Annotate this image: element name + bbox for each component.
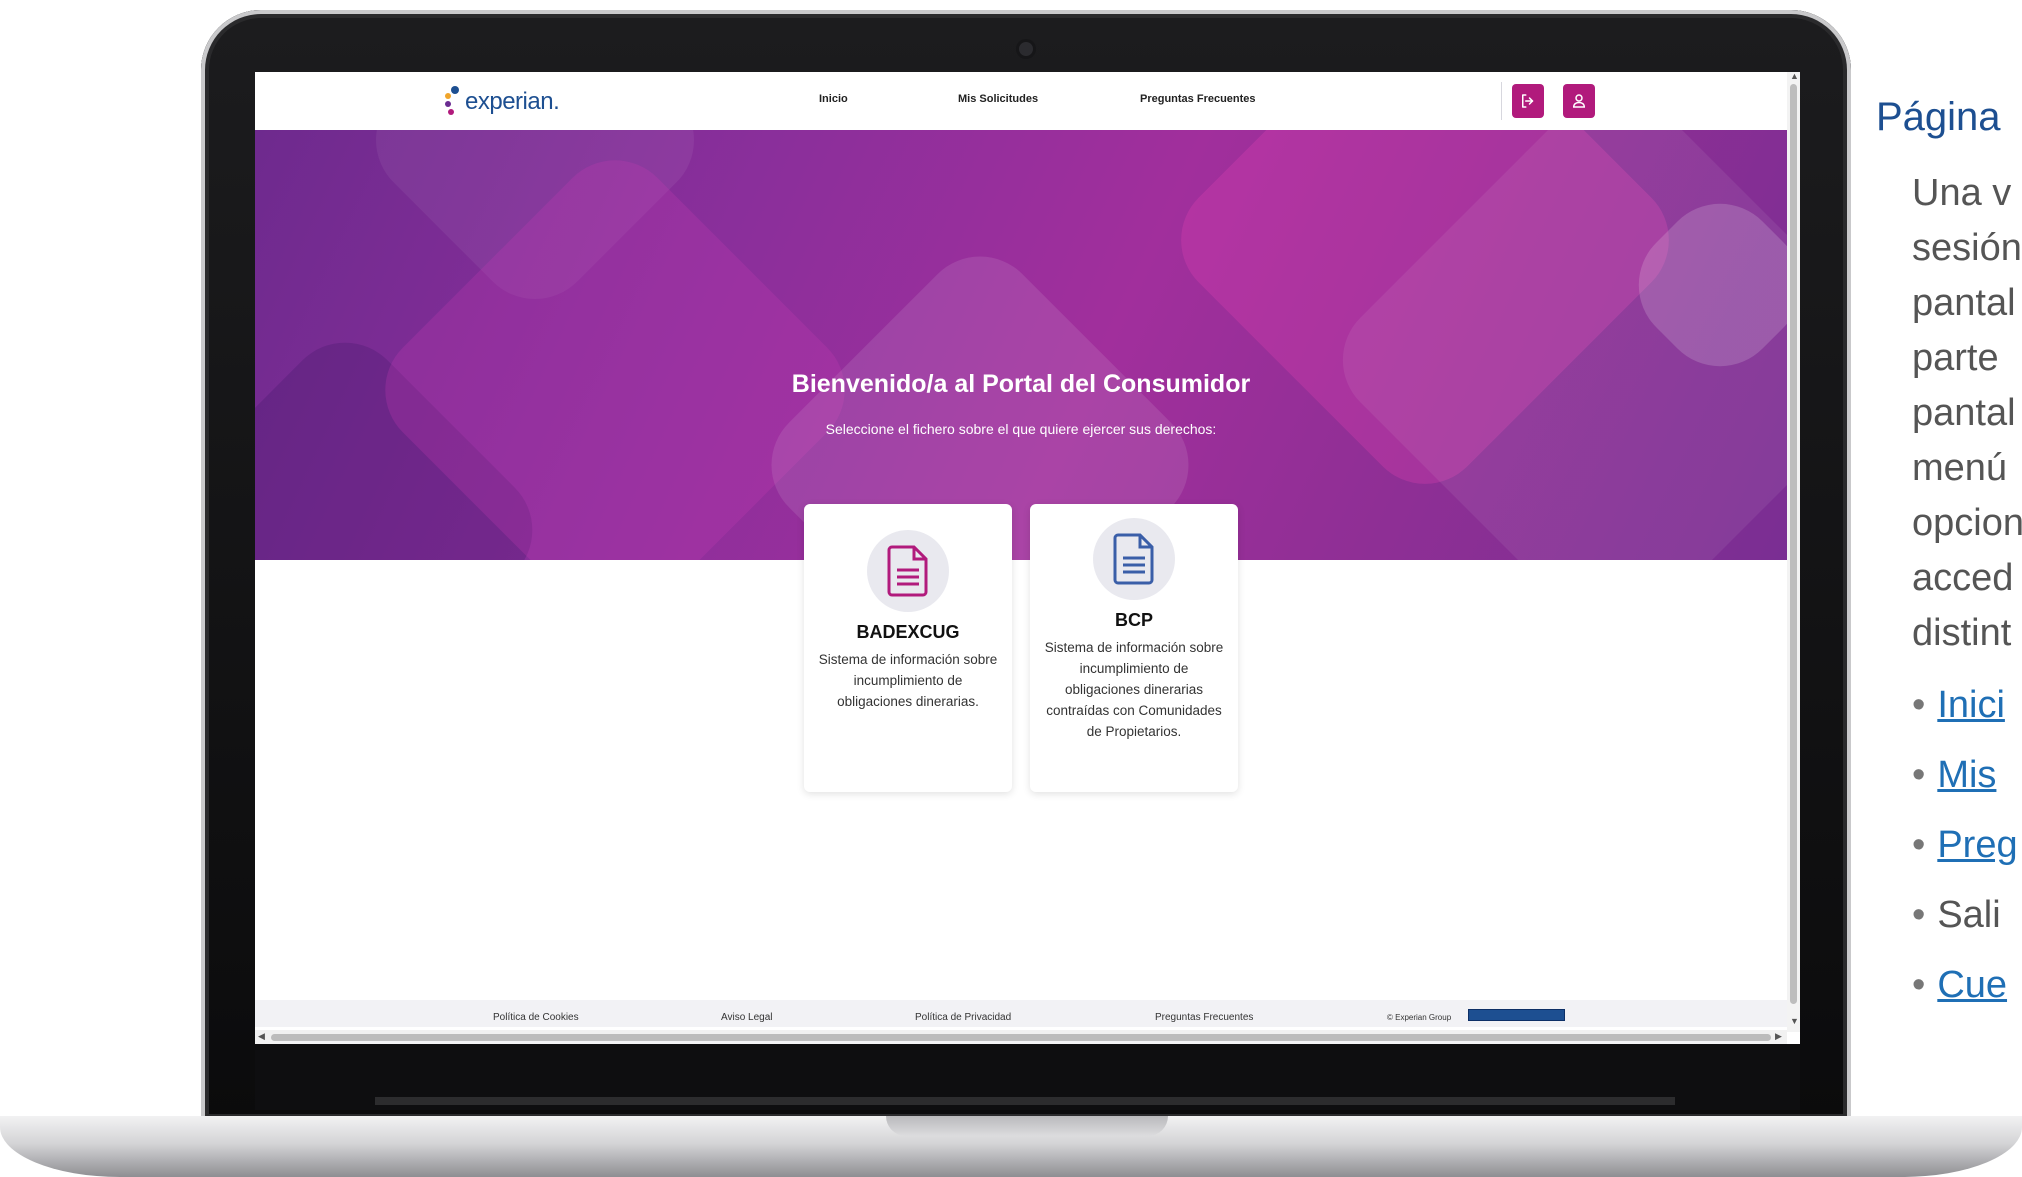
hero-banner: Bienvenido/a al Portal del Consumidor Se…	[255, 130, 1787, 560]
footer-link-legal[interactable]: Aviso Legal	[721, 1012, 773, 1023]
side-text-line: pantal	[1912, 392, 2016, 434]
camera-icon	[1019, 42, 1033, 56]
bullet-icon: •	[1912, 964, 1926, 1006]
scroll-right-icon[interactable]: ▶	[1775, 1031, 1782, 1042]
card-badexcug[interactable]: BADEXCUG Sistema de información sobre in…	[804, 504, 1012, 792]
card-icon-wrap	[867, 530, 949, 612]
logout-button[interactable]	[1512, 84, 1544, 118]
bullet-icon: •	[1912, 684, 1926, 726]
card-title: BCP	[1114, 610, 1153, 630]
logo-dots-icon	[445, 84, 461, 120]
side-bullet-cuenta[interactable]: • Cue	[1912, 964, 2007, 1007]
document-icon	[887, 545, 928, 597]
card-description: Sistema de información sobre incumplimie…	[818, 652, 998, 709]
scroll-left-icon[interactable]: ◀	[258, 1031, 265, 1042]
card-bcp[interactable]: BCP Sistema de información sobre incumpl…	[1030, 504, 1238, 792]
side-text-line: menú	[1912, 447, 2008, 489]
side-description-panel: Página Una v sesión pantal parte pantal …	[1876, 0, 2022, 1177]
nav-preguntas-frecuentes[interactable]: Preguntas Frecuentes	[1140, 93, 1256, 105]
card-description: Sistema de información sobre incumplimie…	[1044, 640, 1224, 739]
browser-viewport: experian. Inicio Mis Solicitudes Pregunt…	[255, 72, 1800, 1044]
side-bullet-salir: • Sali	[1912, 894, 2001, 936]
nav-inicio[interactable]: Inicio	[819, 93, 848, 105]
side-text-line: parte	[1912, 337, 1999, 379]
bullet-icon: •	[1912, 894, 1926, 936]
nav-divider	[1501, 82, 1502, 120]
logo-wordmark: experian.	[465, 88, 560, 115]
user-icon	[1572, 94, 1586, 108]
side-text-line: Una v	[1912, 172, 2012, 214]
scroll-down-icon[interactable]: ▼	[1790, 1016, 1799, 1026]
side-text-line: sesión	[1912, 227, 2022, 269]
nav-mis-solicitudes[interactable]: Mis Solicitudes	[958, 93, 1038, 105]
bullet-icon: •	[1912, 824, 1926, 866]
logout-icon	[1522, 94, 1534, 108]
account-button[interactable]	[1563, 84, 1595, 118]
side-text-line: pantal	[1912, 282, 2016, 324]
side-bullet-mis-solicitudes[interactable]: • Mis	[1912, 754, 1996, 797]
card-icon-wrap	[1093, 518, 1175, 600]
vertical-scrollbar[interactable]: ▲ ▼	[1787, 72, 1800, 1032]
side-bullet-preguntas[interactable]: • Preg	[1912, 824, 2018, 867]
card-title: BADEXCUG	[856, 622, 960, 642]
bezel-strip	[375, 1097, 1675, 1105]
page-footer: Política de Cookies Aviso Legal Política…	[255, 1000, 1787, 1027]
side-text-line: acced	[1912, 557, 2014, 599]
footer-link-privacy[interactable]: Política de Privacidad	[915, 1012, 1011, 1023]
bullet-icon: •	[1912, 754, 1926, 796]
footer-link-cookies[interactable]: Política de Cookies	[493, 1012, 579, 1023]
vertical-scroll-thumb[interactable]	[1790, 84, 1797, 1004]
side-bullet-inicio[interactable]: • Inici	[1912, 684, 2005, 727]
side-title: Página	[1876, 95, 2001, 139]
top-navigation-bar: experian. Inicio Mis Solicitudes Pregunt…	[255, 72, 1787, 131]
side-text-line: distint	[1912, 612, 2012, 654]
footer-link-faq[interactable]: Preguntas Frecuentes	[1155, 1012, 1253, 1023]
experian-logo[interactable]: experian.	[445, 84, 560, 120]
scroll-up-icon[interactable]: ▲	[1790, 72, 1799, 81]
welcome-heading: Bienvenido/a al Portal del Consumidor	[791, 370, 1251, 398]
footer-copyright: © Experian Group	[1387, 1013, 1452, 1022]
horizontal-scroll-thumb[interactable]	[271, 1034, 1771, 1041]
footer-highlight-bar	[1468, 1009, 1565, 1021]
horizontal-scrollbar[interactable]: ◀ ▶	[255, 1030, 1787, 1044]
document-icon	[1113, 533, 1154, 585]
side-text-line: opcion	[1912, 502, 2022, 544]
laptop-notch	[886, 1116, 1168, 1136]
welcome-subtitle: Seleccione el fichero sobre el que quier…	[825, 421, 1217, 437]
